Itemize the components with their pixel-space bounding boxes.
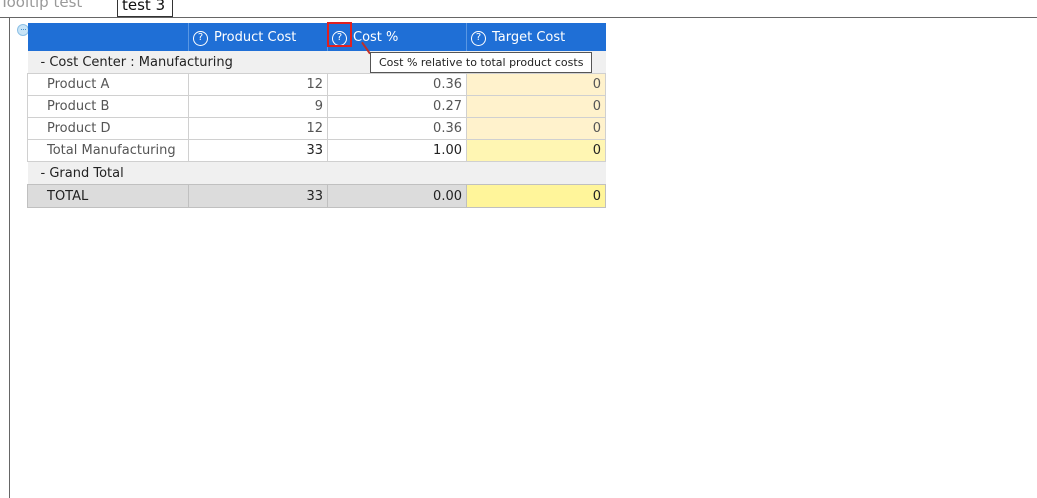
cell-target-cost[interactable]: 0	[466, 73, 606, 96]
tab-test-3[interactable]: test 3	[117, 0, 173, 17]
tab-tooltip-test[interactable]: Tooltip test	[0, 0, 82, 11]
subtotal-row[interactable]: Total Manufacturing 33 1.00 0	[27, 139, 606, 162]
cost-grid: ? Product Cost ? Cost % ? Target Cost - …	[27, 21, 606, 208]
tooltip: Cost % relative to total product costs	[370, 52, 593, 73]
title-strip: Tooltip test test 3	[0, 0, 1037, 18]
row-label: TOTAL	[27, 184, 189, 208]
group-label[interactable]: - Grand Total	[27, 161, 606, 185]
row-label: Product A	[27, 73, 189, 96]
frame-border	[9, 18, 10, 498]
cell-cost-pct[interactable]: 0.36	[327, 117, 467, 140]
header-corner	[27, 23, 189, 51]
cell-cost-pct[interactable]: 0.36	[327, 73, 467, 96]
row-label: Total Manufacturing	[27, 139, 189, 162]
cell-cost-pct[interactable]: 0.00	[327, 184, 467, 208]
header-label: Target Cost	[492, 29, 566, 45]
cell-product-cost[interactable]: 33	[188, 139, 328, 162]
cell-target-cost[interactable]: 0	[466, 117, 606, 140]
cell-target-cost[interactable]: 0	[466, 95, 606, 118]
cell-cost-pct[interactable]: 1.00	[327, 139, 467, 162]
header-product-cost[interactable]: ? Product Cost	[188, 23, 328, 51]
cell-cost-pct[interactable]: 0.27	[327, 95, 467, 118]
question-circle-icon[interactable]: ?	[332, 30, 347, 46]
header-label: Product Cost	[214, 29, 297, 45]
cell-product-cost[interactable]: 9	[188, 95, 328, 118]
question-circle-icon[interactable]: ?	[193, 30, 208, 46]
table-row[interactable]: Product B 9 0.27 0	[27, 95, 606, 118]
cell-product-cost[interactable]: 12	[188, 117, 328, 140]
cell-target-cost[interactable]: 0	[466, 184, 606, 208]
header-cost-pct[interactable]: ? Cost %	[327, 21, 467, 51]
header-target-cost[interactable]: ? Target Cost	[466, 23, 606, 51]
group-row-grand-total[interactable]: - Grand Total	[27, 161, 606, 185]
cell-target-cost[interactable]: 0	[466, 139, 606, 162]
row-label: Product B	[27, 95, 189, 118]
row-label: Product D	[27, 117, 189, 140]
grand-total-row[interactable]: TOTAL 33 0.00 0	[27, 184, 606, 208]
header-row: ? Product Cost ? Cost % ? Target Cost	[27, 21, 606, 51]
cell-product-cost[interactable]: 12	[188, 73, 328, 96]
question-circle-icon[interactable]: ?	[471, 30, 486, 46]
table-row[interactable]: Product A 12 0.36 0	[27, 73, 606, 96]
page: Tooltip test test 3 ? Product Cost ? Cos…	[0, 0, 1037, 498]
table-row[interactable]: Product D 12 0.36 0	[27, 117, 606, 140]
cell-product-cost[interactable]: 33	[188, 184, 328, 208]
